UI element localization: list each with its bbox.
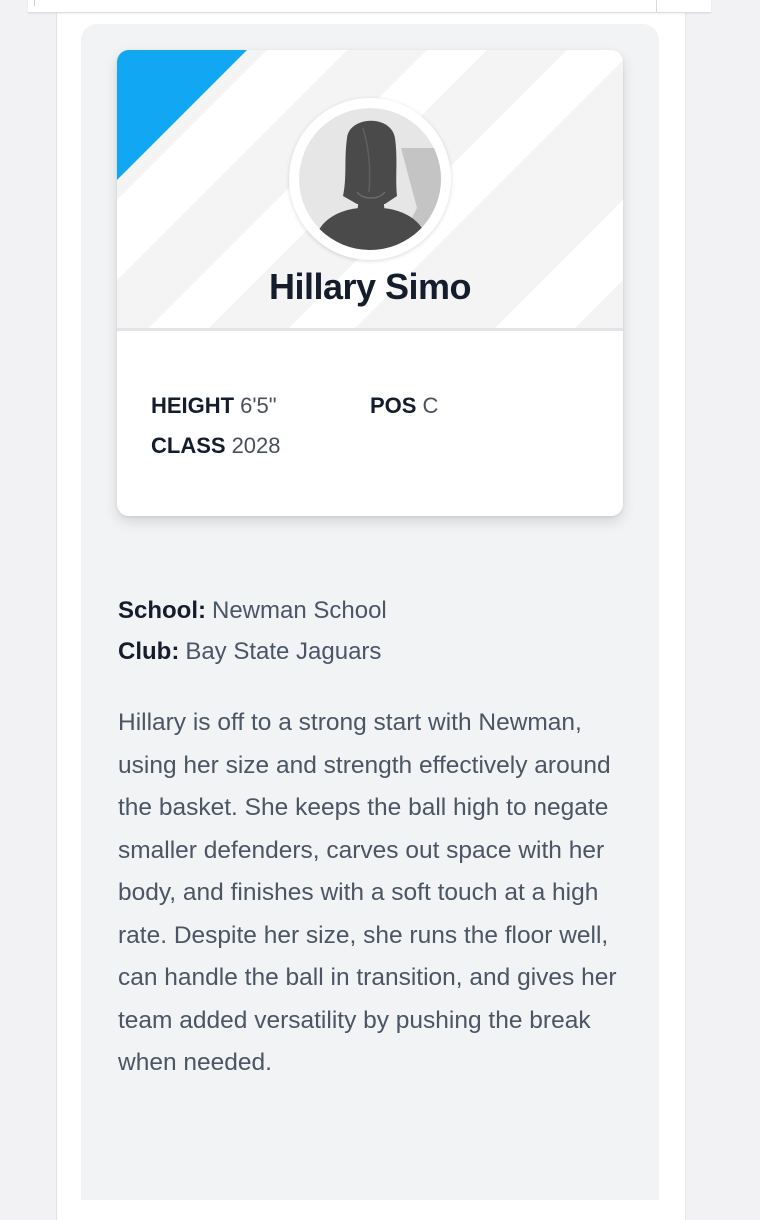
top-bar-corner: [28, 0, 35, 6]
club-label: Club:: [118, 638, 180, 665]
stat-position: POS C: [370, 393, 438, 419]
stat-height-value: 6'5": [240, 393, 277, 418]
school-label: School:: [118, 597, 206, 624]
player-info: School: Newman School Club: Bay State Jagu…: [118, 590, 638, 672]
player-name: Hillary Simo: [268, 266, 472, 307]
player-card: Hillary Simo HEIGHT 6'5" POS C CLASS 2028: [117, 50, 623, 516]
top-bar-divider: [656, 0, 657, 12]
school-value: Newman School: [212, 597, 387, 624]
person-silhouette-icon: [299, 108, 441, 250]
stat-position-label: POS: [370, 393, 417, 418]
stat-height-label: HEIGHT: [151, 393, 235, 418]
club-value: Bay State Jaguars: [185, 638, 382, 665]
school-line: School: Newman School: [118, 590, 638, 631]
player-stats: HEIGHT 6'5" POS C CLASS 2028: [117, 331, 623, 516]
player-bio: Hillary is off to a strong start with Ne…: [118, 709, 617, 1076]
club-line: Club: Bay State Jaguars: [118, 631, 638, 672]
stat-class-value: 2028: [231, 433, 281, 458]
avatar: [289, 98, 451, 260]
card-header: Hillary Simo: [117, 50, 623, 330]
stat-class-label: CLASS: [151, 433, 226, 458]
stat-position-value: C: [422, 393, 439, 418]
stat-height: HEIGHT 6'5": [151, 393, 277, 419]
top-bar: [28, 0, 711, 13]
stat-class: CLASS 2028: [151, 433, 281, 459]
